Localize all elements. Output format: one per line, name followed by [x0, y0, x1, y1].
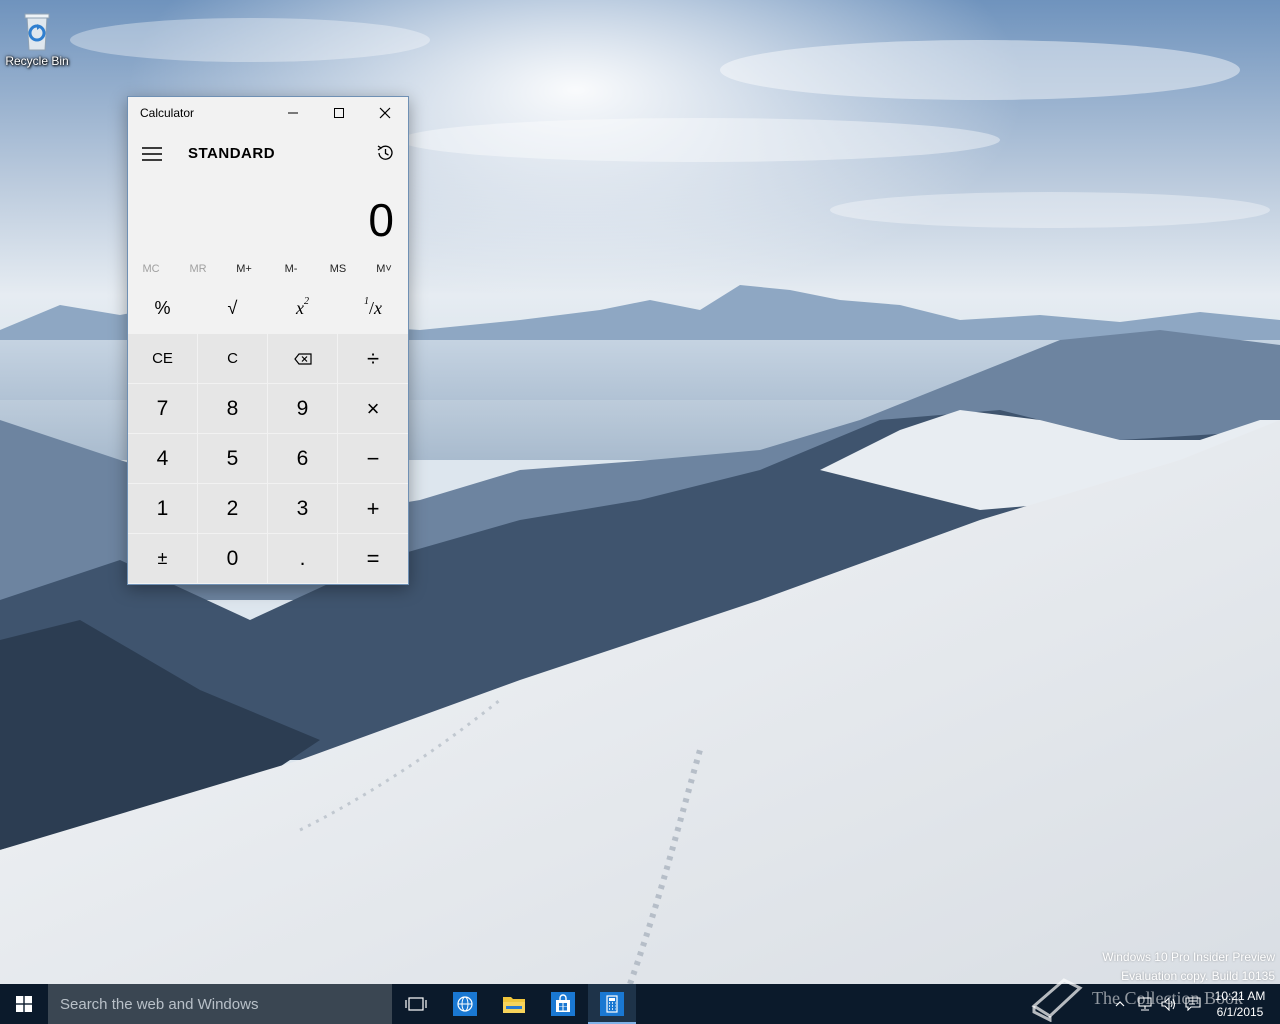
memory-add-button[interactable]: M+	[221, 257, 267, 281]
minimize-button[interactable]	[270, 97, 316, 129]
brand-text: The Collection Book	[1092, 988, 1243, 1008]
equals-button[interactable]: =	[338, 534, 408, 583]
recycle-bin-icon	[24, 13, 50, 51]
result-display: 0	[368, 194, 394, 246]
memory-subtract-button[interactable]: M-	[268, 257, 314, 281]
digit-2-button[interactable]: 2	[198, 484, 267, 533]
digit-6-button[interactable]: 6	[268, 434, 337, 483]
taskbar-file-explorer-button[interactable]	[490, 984, 538, 1024]
search-box[interactable]: Search the web and Windows	[48, 984, 392, 1024]
square-button[interactable]: x2	[268, 284, 337, 333]
digit-8-button[interactable]: 8	[198, 384, 267, 433]
square-root-button[interactable]: √	[198, 284, 267, 333]
start-button[interactable]	[0, 984, 48, 1024]
maximize-icon	[334, 108, 344, 118]
title-bar[interactable]: Calculator	[128, 97, 408, 129]
memory-list-button[interactable]: M˅	[361, 257, 407, 281]
digit-4-button[interactable]: 4	[128, 434, 197, 483]
maximize-button[interactable]	[316, 97, 362, 129]
subtract-button[interactable]: −	[338, 434, 408, 483]
digit-1-button[interactable]: 1	[128, 484, 197, 533]
hamburger-icon	[142, 147, 162, 161]
task-view-icon	[405, 997, 427, 1011]
multiply-button[interactable]: ×	[338, 384, 408, 433]
windows-logo-icon	[16, 996, 32, 1012]
memory-store-button[interactable]: MS	[315, 257, 361, 281]
navigation-menu-button[interactable]	[138, 141, 166, 167]
task-view-button[interactable]	[392, 984, 440, 1024]
store-icon	[551, 992, 575, 1016]
memory-recall-button[interactable]: MR	[175, 257, 221, 281]
clear-button[interactable]: C	[198, 334, 267, 383]
taskbar-store-button[interactable]	[539, 984, 587, 1024]
taskbar-browser-button[interactable]	[441, 984, 489, 1024]
desktop-icon-recycle-bin[interactable]: Recycle Bin	[2, 6, 72, 68]
close-button[interactable]	[362, 97, 408, 129]
decimal-button[interactable]: .	[268, 534, 337, 583]
close-icon	[379, 107, 391, 119]
add-button[interactable]: +	[338, 484, 408, 533]
square-base: x	[296, 298, 304, 318]
globe-icon	[453, 992, 477, 1016]
calculator-window: Calculator STANDARD 0 MC MR M+ M- MS M˅ …	[127, 96, 409, 585]
negate-button[interactable]: ±	[128, 534, 197, 583]
percent-button[interactable]: %	[128, 284, 197, 333]
keypad: % √ x2 1/x CE C ÷ 7 8 9 × 4 5 6 − 1 2 3	[128, 284, 408, 584]
window-title: Calculator	[140, 106, 195, 120]
brand-watermark: The Collection Book	[1028, 974, 1268, 1024]
clear-entry-button[interactable]: CE	[128, 334, 197, 383]
reciprocal-button[interactable]: 1/x	[338, 284, 408, 333]
book-logo-icon	[1031, 978, 1083, 1022]
reciprocal-numerator: 1	[363, 296, 369, 307]
watermark-edition: Windows 10 Pro Insider Preview	[1102, 950, 1275, 964]
history-icon	[377, 145, 393, 160]
calculator-icon	[600, 992, 624, 1016]
digit-5-button[interactable]: 5	[198, 434, 267, 483]
digit-9-button[interactable]: 9	[268, 384, 337, 433]
backspace-button[interactable]	[268, 334, 337, 383]
memory-row: MC MR M+ M- MS M˅	[128, 257, 408, 281]
history-button[interactable]	[370, 139, 400, 167]
memory-clear-button[interactable]: MC	[128, 257, 174, 281]
square-exponent: 2	[304, 296, 309, 307]
digit-7-button[interactable]: 7	[128, 384, 197, 433]
mode-title: STANDARD	[188, 145, 276, 162]
folder-icon	[503, 997, 525, 1013]
minimize-icon	[288, 112, 298, 114]
digit-3-button[interactable]: 3	[268, 484, 337, 533]
desktop-icon-label: Recycle Bin	[5, 54, 69, 68]
reciprocal-denominator: x	[374, 298, 382, 318]
backspace-icon	[293, 352, 312, 365]
digit-0-button[interactable]: 0	[198, 534, 267, 583]
divide-button[interactable]: ÷	[338, 334, 408, 383]
search-placeholder: Search the web and Windows	[60, 996, 259, 1013]
taskbar-calculator-button[interactable]	[588, 984, 636, 1024]
